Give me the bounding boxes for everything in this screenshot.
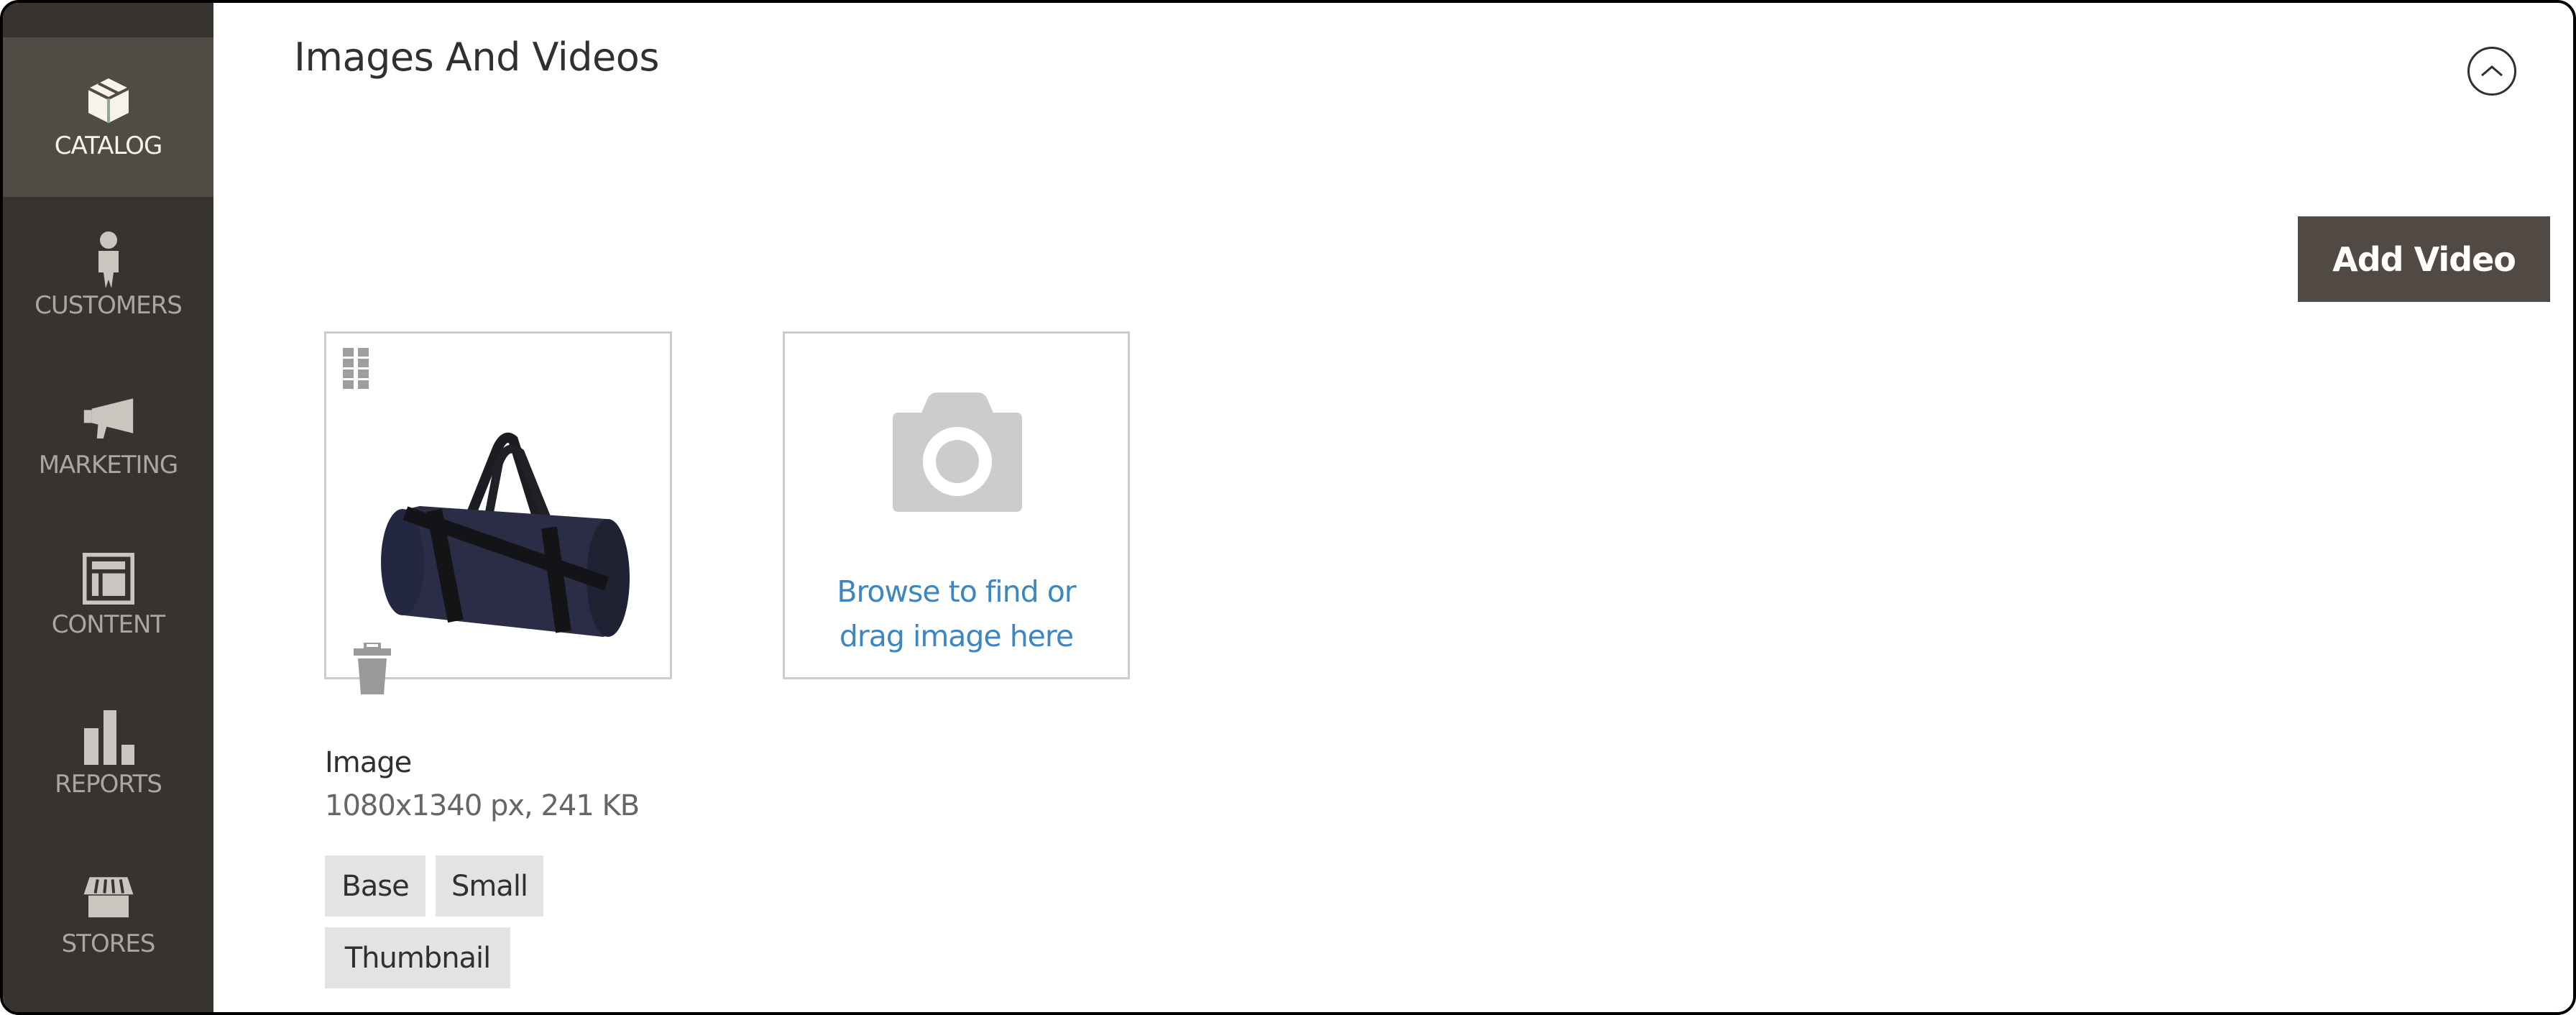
- trash-icon: [354, 641, 391, 694]
- sidebar-item-content[interactable]: Content: [3, 516, 213, 676]
- upload-text-line-1: Browse to find or: [837, 574, 1076, 609]
- collapse-section-button[interactable]: [2467, 47, 2516, 96]
- image-role-tag-thumbnail[interactable]: Thumbnail: [325, 927, 510, 988]
- sidebar-item-reports[interactable]: Reports: [3, 676, 213, 835]
- sidebar-item-marketing[interactable]: Marketing: [3, 357, 213, 516]
- megaphone-icon: [83, 393, 134, 445]
- main-content: Images And Videos Add Video Browse to fi…: [213, 3, 2573, 1012]
- storefront-icon: [83, 872, 134, 924]
- bar-chart-icon: [83, 710, 134, 765]
- chevron-up-circle-icon: [2481, 65, 2503, 77]
- sidebar-item-label: Customers: [34, 291, 183, 320]
- sidebar-item-label: Catalog: [54, 132, 163, 160]
- camera-icon: [893, 392, 1022, 512]
- image-upload-dropzone[interactable]: Browse to find or drag image here: [783, 331, 1130, 679]
- sidebar-item-label: Reports: [55, 770, 162, 799]
- drag-handle-icon[interactable]: [343, 348, 369, 390]
- upload-text-line-2: drag image here: [839, 619, 1074, 653]
- app-window: Catalog Customers Marketing: [0, 0, 2576, 1015]
- sidebar-item-customers[interactable]: Customers: [3, 197, 213, 357]
- image-role-tag-base[interactable]: Base: [325, 855, 426, 917]
- image-size-info: 1080x1340 px, 241 KB: [325, 789, 640, 822]
- person-icon: [83, 231, 134, 288]
- delete-image-button[interactable]: [352, 641, 392, 694]
- box-icon: [83, 74, 134, 126]
- section-title: Images And Videos: [294, 35, 659, 80]
- admin-sidebar: Catalog Customers Marketing: [3, 3, 213, 1012]
- product-image-duffel-bag: [381, 433, 630, 637]
- upload-link[interactable]: Browse to find or drag image here: [785, 569, 1128, 658]
- image-name: Image: [325, 746, 412, 779]
- sidebar-item-stores[interactable]: Stores: [3, 835, 213, 995]
- layout-icon: [82, 553, 134, 605]
- image-card[interactable]: [324, 331, 672, 694]
- sidebar-item-label: Marketing: [38, 451, 179, 479]
- image-role-tag-small[interactable]: Small: [436, 855, 543, 917]
- sidebar-item-label: Content: [51, 610, 165, 639]
- add-video-button[interactable]: Add Video: [2298, 216, 2550, 302]
- sidebar-item-label: Stores: [61, 929, 156, 958]
- sidebar-item-catalog[interactable]: Catalog: [3, 37, 213, 197]
